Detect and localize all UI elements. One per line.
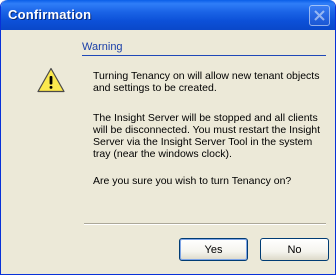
warning-icon [37,67,65,93]
footer-divider [84,223,326,225]
dialog-body: Warning Turning Tenancy on will allow ne… [4,30,334,272]
header-divider [82,55,326,56]
message-paragraph: Turning Tenancy on will allow new tenant… [93,70,320,94]
confirmation-dialog: Confirmation Warning Turning Tenancy on … [0,0,336,275]
window-title: Confirmation [8,7,92,22]
warning-header: Warning [82,41,123,53]
no-button[interactable]: No [260,238,329,261]
close-icon [314,10,325,21]
yes-button[interactable]: Yes [179,238,248,261]
title-bar[interactable]: Confirmation [1,0,335,30]
confirmation-question: Are you sure you wish to turn Tenancy on… [93,175,292,187]
message-paragraph: The Insight Server will be stopped and a… [93,112,321,160]
close-button[interactable] [309,5,330,26]
